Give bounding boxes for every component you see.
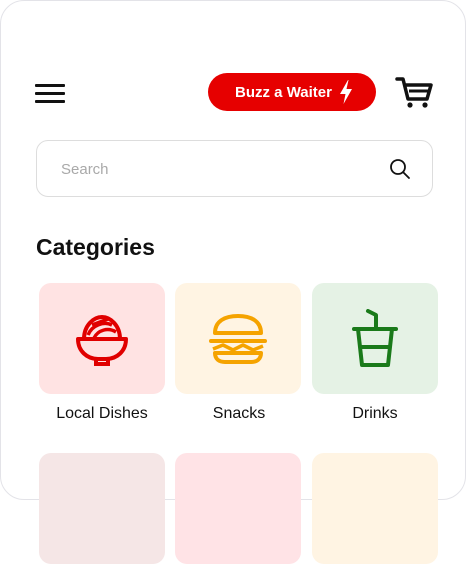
menu-icon[interactable] [35, 81, 67, 105]
cup-straw-icon [352, 308, 398, 367]
buzz-waiter-button[interactable]: Buzz a Waiter [208, 73, 376, 111]
category-label: Snacks [212, 405, 266, 422]
category-tile-local-dishes[interactable] [39, 283, 165, 394]
category-tile[interactable] [39, 453, 165, 564]
category-tile-snacks[interactable] [175, 283, 301, 394]
lightning-icon [339, 80, 352, 104]
noodle-bowl-icon [76, 314, 128, 366]
search-icon[interactable] [388, 157, 412, 181]
category-label: Local Dishes [56, 405, 148, 422]
cart-icon[interactable] [395, 75, 433, 109]
category-tile-drinks[interactable] [312, 283, 438, 394]
menu-line [35, 84, 65, 87]
category-tile[interactable] [312, 453, 438, 564]
search-input[interactable] [59, 141, 383, 198]
menu-line [35, 100, 65, 103]
category-tile[interactable] [175, 453, 301, 564]
menu-line [35, 92, 65, 95]
app-screen: Buzz a Waiter Categories Local Dishes [0, 0, 466, 564]
category-label: Drinks [352, 405, 398, 422]
search-bar [36, 140, 433, 198]
categories-heading: Categories [36, 234, 155, 260]
buzz-waiter-label: Buzz a Waiter [235, 83, 332, 101]
burger-icon [209, 313, 267, 364]
